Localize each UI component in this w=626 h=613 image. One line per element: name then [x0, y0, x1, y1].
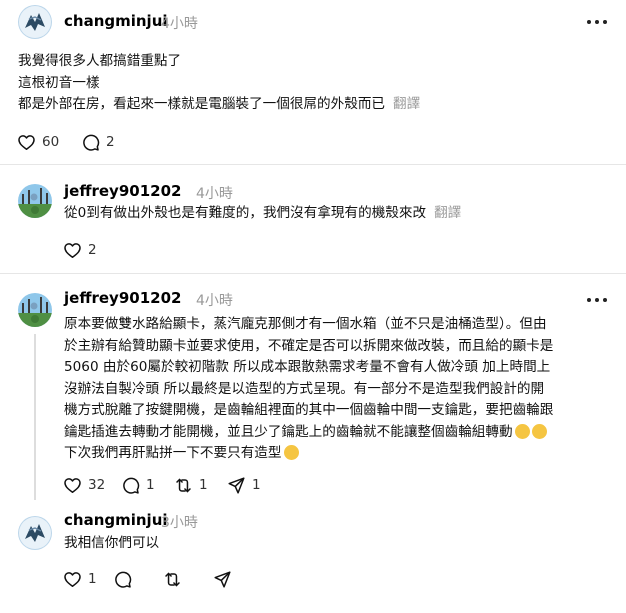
timestamp: 4小時: [161, 16, 198, 32]
reply-line: 從0到有做出外殼也是有難度的，我們沒有拿現有的機殼來改: [64, 205, 427, 221]
reply-line: 我相信你們可以: [64, 535, 160, 551]
username[interactable]: changminjui: [64, 511, 168, 529]
avatar[interactable]: [18, 516, 52, 550]
avatar-image: [18, 5, 52, 39]
comment-icon: [121, 476, 140, 495]
action-bar: 2: [63, 239, 123, 261]
repost-icon: [163, 570, 182, 589]
reply-line: 於主辦有給贊助顯卡並要求使用，不確定是否可以拆開來做改裝，而且給的顯卡是: [64, 337, 554, 354]
username[interactable]: jeffrey901202: [64, 289, 181, 307]
translate-link[interactable]: 翻譯: [393, 96, 420, 112]
repost-icon: [174, 476, 193, 495]
upside-down-face-emoji: [283, 445, 299, 460]
reply-line-text: 下次我們再肝點拼一下不要只有造型: [64, 445, 282, 461]
avatar[interactable]: [18, 184, 52, 218]
translate-link[interactable]: 翻譯: [434, 205, 461, 221]
reply: jeffrey901202 4小時 從0到有做出外殼也是有難度的，我們沒有拿現有…: [0, 165, 626, 273]
comment-icon: [113, 570, 132, 589]
timestamp: 3小時: [161, 515, 198, 531]
reply-line: 原本要做雙水路給顯卡，蒸汽龐克那側才有一個水箱（並不只是油桶造型）。但由: [64, 316, 547, 332]
action-bar: 60 2: [17, 131, 167, 153]
username[interactable]: changminjui: [64, 12, 168, 30]
reply-text: 我相信你們可以: [64, 533, 159, 555]
post-line: 我覺得很多人都搞錯重點了: [18, 53, 182, 69]
reply-line: 沒辦法自製冷頭 所以最終是以造型的方式呈現。有一部分不是造型我們設計的開: [64, 380, 545, 397]
post-line: 這根初音一樣: [18, 74, 100, 91]
grin-sweat-emoji: [531, 423, 547, 439]
like-count: 32: [88, 477, 106, 493]
like-button[interactable]: 60: [17, 131, 59, 153]
repost-count: 1: [199, 477, 208, 493]
avatar-image: [18, 516, 52, 550]
action-bar: 1: [63, 568, 283, 590]
comment-button[interactable]: 2: [81, 131, 115, 153]
heart-icon: [17, 133, 36, 152]
avatar[interactable]: [18, 5, 52, 39]
grin-sweat-emoji: [514, 423, 530, 439]
more-icon[interactable]: [587, 18, 609, 26]
comment-count: 2: [106, 134, 115, 150]
like-button[interactable]: 2: [63, 239, 97, 261]
comment-button[interactable]: 1: [121, 474, 155, 496]
post-line-last: 都是外部在房，看起來一樣就是電腦裝了一個很屌的外殼而已 翻譯: [18, 94, 420, 116]
heart-icon: [63, 476, 82, 495]
reply-line: 機方式脫離了按鍵開機，是齒輪組裡面的其中一個齒輪中間一支鑰匙，要把齒輪跟: [64, 402, 554, 418]
share-count: 1: [252, 477, 261, 493]
like-count: 1: [88, 571, 97, 587]
reply: changminjui 3小時 我相信你們可以 1: [0, 499, 626, 613]
avatar-image: [18, 184, 52, 218]
repost-button[interactable]: [163, 568, 182, 590]
reply-line-with-emoji: 下次我們再肝點拼一下不要只有造型: [64, 443, 553, 465]
post-line-text: 都是外部在房，看起來一樣就是電腦裝了一個很屌的外殼而已: [18, 96, 386, 112]
avatar[interactable]: [18, 293, 52, 327]
reply-line: 5060 由於60屬於較初階款 所以成本跟散熱需求考量不會有人做冷頭 加上時間上: [64, 359, 551, 375]
like-count: 2: [88, 242, 97, 258]
reply-text: 原本要做雙水路給顯卡，蒸汽龐克那側才有一個水箱（並不只是油桶造型）。但由 於主辦…: [64, 314, 553, 465]
like-count: 60: [42, 134, 60, 150]
action-bar: 32 1 1 1: [63, 474, 283, 496]
comment-count: 1: [146, 477, 155, 493]
username[interactable]: jeffrey901202: [64, 182, 181, 200]
timestamp: 4小時: [196, 293, 233, 309]
reply-text: 從0到有做出外殼也是有難度的，我們沒有拿現有的機殼來改 翻譯: [64, 203, 461, 225]
like-button[interactable]: 32: [63, 474, 105, 496]
post-text: 我覺得很多人都搞錯重點了 這根初音一樣 都是外部在房，看起來一樣就是電腦裝了一個…: [18, 51, 420, 116]
timestamp: 4小時: [196, 186, 233, 202]
avatar-image: [18, 293, 52, 327]
like-button[interactable]: 1: [63, 568, 97, 590]
thread-line: [34, 334, 36, 500]
more-icon[interactable]: [587, 296, 609, 304]
reply: jeffrey901202 4小時 原本要做雙水路給顯卡，蒸汽龐克那側才有一個水…: [0, 274, 626, 500]
post: changminjui 4小時 我覺得很多人都搞錯重點了 這根初音一樣 都是外部…: [0, 0, 626, 164]
heart-icon: [63, 570, 82, 589]
repost-button[interactable]: 1: [174, 474, 208, 496]
heart-icon: [63, 241, 82, 260]
comment-button[interactable]: [113, 568, 132, 590]
share-button[interactable]: [213, 568, 232, 590]
comment-icon: [81, 133, 100, 152]
share-icon: [213, 570, 232, 589]
share-icon: [227, 476, 246, 495]
reply-line-with-emoji: 鑰匙插進去轉動才能開機，並且少了鑰匙上的齒輪就不能讓整個齒輪組轉動: [64, 422, 553, 444]
share-button[interactable]: 1: [227, 474, 261, 496]
reply-line-text: 鑰匙插進去轉動才能開機，並且少了鑰匙上的齒輪就不能讓整個齒輪組轉動: [64, 423, 513, 440]
